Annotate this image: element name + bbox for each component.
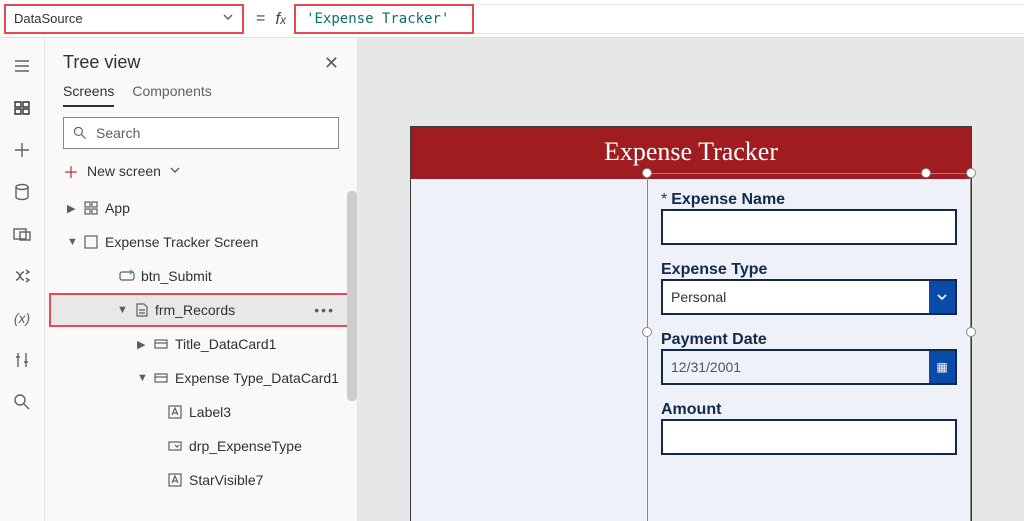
- chevron-down-icon: [169, 163, 181, 179]
- resize-handle[interactable]: [642, 327, 652, 337]
- form-icon: [133, 302, 149, 318]
- calendar-icon: ▦: [929, 351, 955, 383]
- dropdown-icon: [167, 438, 183, 454]
- tools-icon[interactable]: [12, 350, 32, 370]
- formula-bar: DataSource = fx 'Expense Tracker': [0, 0, 1024, 38]
- new-screen-label: New screen: [87, 163, 161, 179]
- close-icon[interactable]: ✕: [324, 54, 339, 72]
- tree-node-drp[interactable]: drp_ExpenseType: [45, 429, 357, 463]
- datacard-icon: [153, 370, 169, 386]
- resize-handle[interactable]: [966, 168, 976, 178]
- tree-node-app[interactable]: ▶ App: [45, 191, 357, 225]
- tab-screens[interactable]: Screens: [63, 83, 114, 107]
- tree-view-title: Tree view: [63, 52, 140, 73]
- app-icon: [83, 200, 99, 216]
- more-icon[interactable]: •••: [314, 302, 345, 318]
- tree-node-title-card[interactable]: ▶ Title_DataCard1: [45, 327, 357, 361]
- chevron-down-icon: ▼: [137, 372, 147, 384]
- media-icon[interactable]: [12, 224, 32, 244]
- flows-icon[interactable]: [12, 266, 32, 286]
- tree-node-label: Label3: [189, 404, 231, 420]
- chevron-right-icon: ▶: [67, 202, 77, 215]
- app-preview: Expense Tracker *Expense Name Expense Ty…: [410, 126, 972, 521]
- search-icon[interactable]: [12, 392, 32, 412]
- expense-type-select[interactable]: Personal: [661, 279, 957, 315]
- variables-icon[interactable]: (x): [12, 308, 32, 328]
- tree-view-icon[interactable]: [12, 98, 32, 118]
- scrollbar[interactable]: [347, 191, 357, 401]
- tree-node-label: Expense Type_DataCard1: [175, 370, 339, 386]
- tree-node-btn-submit[interactable]: btn_Submit: [45, 259, 357, 293]
- tree-node-label: Expense Tracker Screen: [105, 234, 258, 250]
- chevron-down-icon: ▼: [117, 304, 127, 316]
- chevron-down-icon: ▼: [67, 236, 77, 248]
- tree-view-panel: Tree view ✕ Screens Components Search ＋ …: [45, 38, 358, 521]
- tree-node-type-card[interactable]: ▼ Expense Type_DataCard1: [45, 361, 357, 395]
- form-selection-outline[interactable]: [647, 173, 971, 521]
- tree-node-screen[interactable]: ▼ Expense Tracker Screen: [45, 225, 357, 259]
- tree-node-label: drp_ExpenseType: [189, 438, 302, 454]
- tree-node-label: App: [105, 200, 130, 216]
- insert-icon[interactable]: [12, 140, 32, 160]
- tree-node-label: btn_Submit: [141, 268, 212, 284]
- resize-handle[interactable]: [642, 168, 652, 178]
- data-icon[interactable]: [12, 182, 32, 202]
- datacard-icon: [153, 336, 169, 352]
- label-icon: [167, 472, 183, 488]
- tree-node-star[interactable]: StarVisible7: [45, 463, 357, 497]
- tree-node-frm-records[interactable]: ▼ frm_Records •••: [49, 293, 353, 327]
- property-selector[interactable]: DataSource: [4, 4, 244, 34]
- formula-input[interactable]: 'Expense Tracker': [294, 4, 474, 34]
- resize-handle[interactable]: [966, 327, 976, 337]
- tab-components[interactable]: Components: [132, 83, 211, 107]
- search-input[interactable]: Search: [63, 117, 339, 149]
- plus-icon: ＋: [63, 159, 79, 183]
- app-header: Expense Tracker: [411, 127, 971, 179]
- button-icon: [119, 268, 135, 284]
- chevron-down-icon: [222, 11, 234, 26]
- search-placeholder: Search: [96, 125, 140, 141]
- payment-date-input[interactable]: 12/31/2001 ▦: [661, 349, 957, 385]
- tree-node-label: StarVisible7: [189, 472, 263, 488]
- property-selector-value: DataSource: [14, 11, 83, 26]
- new-screen-button[interactable]: ＋ New screen: [45, 155, 357, 191]
- resize-handle[interactable]: [921, 168, 931, 178]
- tree-node-label: Title_DataCard1: [175, 336, 276, 352]
- canvas[interactable]: Expense Tracker *Expense Name Expense Ty…: [358, 38, 1024, 521]
- chevron-right-icon: ▶: [137, 338, 147, 351]
- label-icon: [167, 404, 183, 420]
- fx-icon[interactable]: fx: [275, 9, 294, 29]
- hamburger-icon[interactable]: [12, 56, 32, 76]
- formula-input-rest[interactable]: [474, 4, 1024, 34]
- equals-sign: =: [246, 10, 275, 28]
- tree-node-label3[interactable]: Label3: [45, 395, 357, 429]
- search-icon: [72, 125, 88, 141]
- formula-text: 'Expense Tracker': [306, 11, 449, 27]
- screen-icon: [83, 234, 99, 250]
- tree-scroll: ▶ App ▼ Expense Tracker Screen btn_Submi…: [45, 191, 357, 521]
- select-value: Personal: [671, 289, 726, 305]
- chevron-down-icon: [929, 281, 955, 313]
- date-value: 12/31/2001: [671, 359, 741, 375]
- tree-node-label: frm_Records: [155, 302, 235, 318]
- left-rail: (x): [0, 38, 45, 521]
